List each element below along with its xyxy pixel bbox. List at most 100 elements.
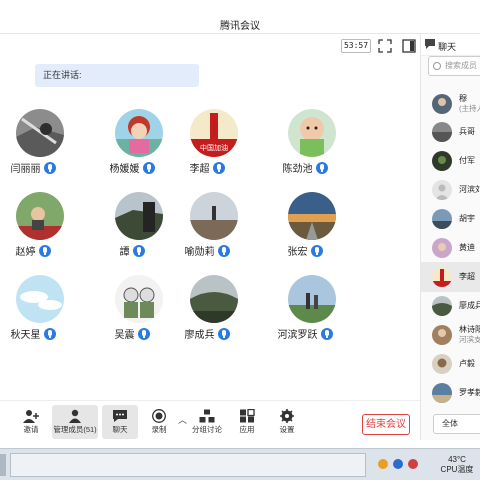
tray-status-icon[interactable] <box>408 459 418 469</box>
member-name: 罗孝毅 <box>459 388 480 397</box>
member-list-item[interactable]: 罗孝毅 <box>421 378 480 408</box>
participant-tile[interactable]: 陈劲池 <box>265 109 355 179</box>
tray-app-icon[interactable] <box>378 459 388 469</box>
participant-name: 陈劲池 <box>282 164 313 175</box>
member-list-item[interactable]: 兵哥 <box>421 117 480 147</box>
record-icon <box>152 409 166 423</box>
participant-name: 吴震 <box>114 330 135 341</box>
member-list-item[interactable]: 河滨刘 <box>421 175 480 205</box>
member-name: 兵哥 <box>459 127 475 136</box>
chat-button[interactable]: 聊天 <box>102 405 138 439</box>
record-label: 录制 <box>151 425 167 434</box>
search-placeholder: 搜索成员 <box>445 61 477 70</box>
participant-tile[interactable]: 赵婷 <box>0 192 83 262</box>
participant-tile[interactable]: 张宏 <box>265 192 355 262</box>
avatar <box>432 180 452 200</box>
participant-tile[interactable]: 河滨罗跃 <box>265 275 355 345</box>
participant-name: 廖成兵 <box>184 330 215 341</box>
mic-icon <box>137 327 150 340</box>
mic-icon <box>217 244 230 257</box>
search-input[interactable]: 搜索成员 <box>428 56 480 76</box>
avatar <box>432 383 452 403</box>
avatar <box>115 109 163 157</box>
member-list-item[interactable]: 穆 (主持人 <box>421 89 480 119</box>
mic-icon <box>212 161 225 174</box>
breakout-label: 分组讨论 <box>192 425 222 434</box>
member-list-item[interactable]: 林诗阳 河滨支 <box>421 320 480 350</box>
gear-icon <box>280 409 294 423</box>
avatar: 中国加油 <box>190 109 238 157</box>
avatar <box>432 267 452 287</box>
avatar <box>432 296 452 316</box>
avatar <box>288 275 336 323</box>
avatar <box>432 122 452 142</box>
search-icon <box>433 62 441 70</box>
settings-button[interactable]: 设置 <box>274 405 300 439</box>
title-bar: 腾讯会议 <box>0 0 480 34</box>
participant-tile[interactable]: 秋天星 <box>0 275 83 345</box>
avatar-caption: 中国加油 <box>200 143 228 152</box>
member-list-item[interactable]: 付军 <box>421 146 480 176</box>
member-name: 付军 <box>459 156 475 165</box>
avatar <box>288 109 336 157</box>
avatar <box>16 192 64 240</box>
add-user-icon <box>23 410 39 423</box>
tab-chat[interactable]: 聊天 <box>438 40 456 53</box>
member-list-item[interactable]: 卢毅 <box>421 349 480 379</box>
help-icon[interactable] <box>393 459 403 469</box>
member-list-item[interactable]: 胡宇 <box>421 204 480 234</box>
invite-label: 邀请 <box>23 425 39 434</box>
layout-toggle-icon[interactable] <box>402 39 416 53</box>
settings-label: 设置 <box>279 425 295 434</box>
fullscreen-icon[interactable] <box>378 39 392 53</box>
end-meeting-button[interactable]: 结束会议 <box>362 414 410 435</box>
all-members-button[interactable]: 全体 <box>433 414 480 434</box>
participant-grid: 正在讲话: 闫丽丽 杨媛媛 中国加油 李超 陈劲池 赵婷 譚 喻勋莉 张宏 秋天… <box>0 56 420 400</box>
mic-icon <box>310 244 323 257</box>
member-sidebar: 聊天 搜索成员 穆 (主持人 兵哥 付军 河滨刘 胡宇 黄迪 李超 廖成兵 林诗… <box>420 34 480 440</box>
invite-button[interactable]: 邀请 <box>16 405 46 439</box>
manage-members-button[interactable]: 管理成员(51) <box>52 405 98 439</box>
breakout-button[interactable]: 分组讨论 <box>190 405 224 439</box>
member-name: 黄迪 <box>459 243 475 252</box>
mic-icon <box>315 161 328 174</box>
mic-icon <box>43 327 56 340</box>
participant-name: 李超 <box>189 164 210 175</box>
member-list-item[interactable]: 廖成兵 <box>421 291 480 321</box>
avatar <box>432 354 452 374</box>
avatar <box>190 192 238 240</box>
chat-label: 聊天 <box>112 425 128 434</box>
record-button[interactable]: 录制 <box>146 405 172 439</box>
chevron-up-icon[interactable]: ︿ <box>178 413 187 426</box>
taskbar: 43°C CPU温度 <box>0 448 480 480</box>
participant-name: 赵婷 <box>15 247 36 258</box>
meeting-toolbar: 邀请 管理成员(51) 聊天 录制 ︿ 分组讨论 应用 设置 结束会议 <box>0 400 420 440</box>
participant-name: 譚 <box>119 247 130 258</box>
chat-icon <box>113 410 127 422</box>
participant-tile[interactable]: 廖成兵 <box>167 275 257 345</box>
temperature-value: 43°C <box>448 455 466 464</box>
member-name: 河滨刘 <box>459 185 480 194</box>
member-name: 胡宇 <box>459 214 475 223</box>
meeting-toolstrip: 53:57 <box>0 34 420 56</box>
participant-name: 秋天星 <box>10 330 41 341</box>
mic-icon <box>217 327 230 340</box>
cpu-temperature: 43°C CPU温度 <box>440 455 474 475</box>
apps-button[interactable]: 应用 <box>234 405 260 439</box>
member-list-item[interactable]: 黄迪 <box>421 233 480 263</box>
avatar <box>432 325 452 345</box>
participant-tile[interactable]: 喻勋莉 <box>167 192 257 262</box>
taskbar-app-window[interactable] <box>10 453 366 477</box>
mic-icon <box>132 244 145 257</box>
taskbar-start-area[interactable] <box>0 454 6 476</box>
member-list-item[interactable]: 李超 <box>421 262 480 292</box>
members-icon <box>69 409 81 423</box>
participant-tile[interactable]: 中国加油 李超 <box>167 109 257 179</box>
mic-icon <box>142 161 155 174</box>
participant-name: 喻勋莉 <box>184 247 215 258</box>
mic-icon <box>38 244 51 257</box>
mic-icon <box>320 327 333 340</box>
participant-tile[interactable]: 闫丽丽 <box>0 109 83 179</box>
participant-name: 杨媛媛 <box>109 164 140 175</box>
manage-members-label: 管理成员(51) <box>53 425 97 434</box>
